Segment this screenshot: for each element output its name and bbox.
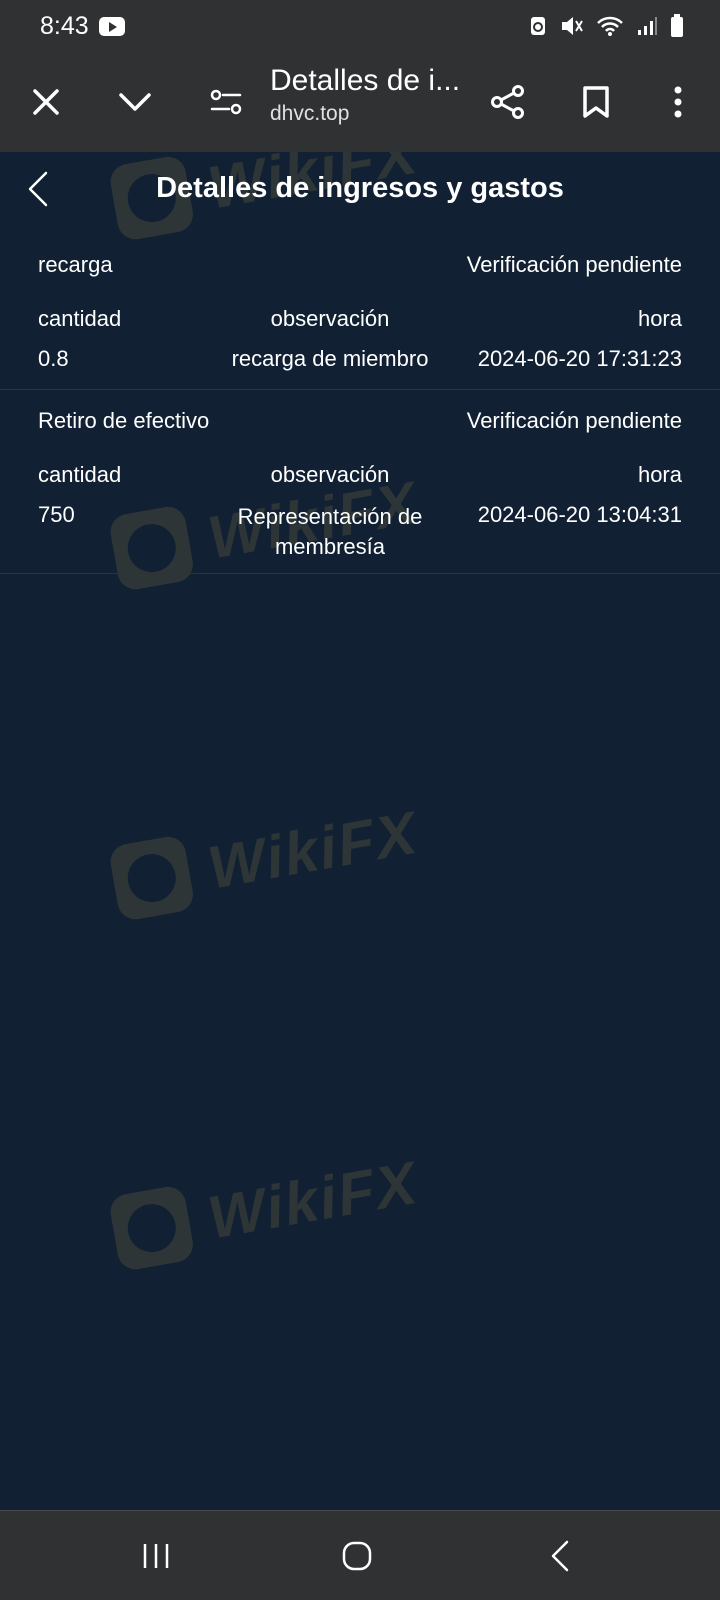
share-icon — [491, 85, 524, 119]
record-type: Retiro de efectivo — [38, 408, 210, 433]
browser-toolbar: Detalles de i... dhvc.top — [0, 52, 720, 152]
battery-icon — [671, 14, 683, 37]
minimize-tab-button[interactable] — [109, 76, 161, 128]
browser-page-title: Detalles de i... — [270, 64, 461, 97]
status-time: 8:43 — [40, 11, 89, 40]
watermark-logo-icon — [107, 834, 196, 923]
url-bar[interactable]: Detalles de i... dhvc.top — [270, 64, 470, 126]
watermark: WikiFX — [107, 1144, 424, 1273]
browser-host: dhvc.top — [270, 102, 350, 125]
status-bar: 8:43 — [0, 0, 720, 52]
home-button[interactable] — [327, 1533, 387, 1579]
page-settings-button[interactable] — [200, 76, 252, 128]
mute-icon — [562, 17, 583, 35]
amount-value: 750 — [38, 502, 75, 527]
note-value: Representación de membresía — [237, 504, 423, 559]
page-header: Detalles de ingresos y gastos — [0, 152, 720, 230]
watermark: WikiFX — [107, 794, 424, 923]
more-options-button[interactable] — [652, 76, 704, 128]
chevron-down-icon — [119, 93, 151, 111]
note-label: observación — [270, 306, 390, 331]
note-label: observación — [270, 462, 390, 487]
record-type: recarga — [38, 252, 113, 277]
time-label: hora — [637, 306, 682, 331]
recent-apps-icon — [143, 1544, 169, 1568]
close-tab-button[interactable] — [20, 76, 72, 128]
transaction-record: recarga Verificación pendiente cantidad … — [0, 252, 720, 390]
home-icon — [342, 1541, 372, 1571]
time-label: hora — [637, 462, 682, 487]
wifi-icon — [597, 16, 623, 36]
page-title: Detalles de ingresos y gastos — [156, 172, 564, 204]
back-nav-button[interactable] — [530, 1533, 590, 1579]
system-nav-bar — [0, 1510, 720, 1600]
watermark-text: WikiFX — [203, 1148, 423, 1252]
watermark-text: WikiFX — [203, 798, 423, 902]
transaction-record: Retiro de efectivo Verificación pendient… — [0, 408, 720, 574]
bookmark-icon — [583, 86, 609, 118]
amount-label: cantidad — [38, 462, 122, 487]
bookmark-button[interactable] — [570, 76, 622, 128]
back-nav-icon — [551, 1540, 569, 1572]
amount-value: 0.8 — [38, 346, 69, 371]
youtube-icon — [98, 16, 125, 36]
recent-apps-button[interactable] — [126, 1533, 186, 1579]
record-status: Verificación pendiente — [466, 252, 682, 277]
signal-icon — [638, 17, 657, 35]
more-vertical-icon — [674, 86, 682, 118]
close-icon — [33, 89, 59, 115]
time-value: 2024-06-20 17:31:23 — [477, 346, 682, 371]
note-value: recarga de miembro — [231, 346, 429, 371]
recycle-icon — [531, 17, 545, 35]
share-button[interactable] — [482, 76, 534, 128]
record-status: Verificación pendiente — [466, 408, 682, 433]
watermark-logo-icon — [107, 1184, 196, 1273]
amount-label: cantidad — [38, 306, 122, 331]
time-value: 2024-06-20 13:04:31 — [477, 502, 682, 527]
page-settings-icon — [210, 89, 242, 115]
